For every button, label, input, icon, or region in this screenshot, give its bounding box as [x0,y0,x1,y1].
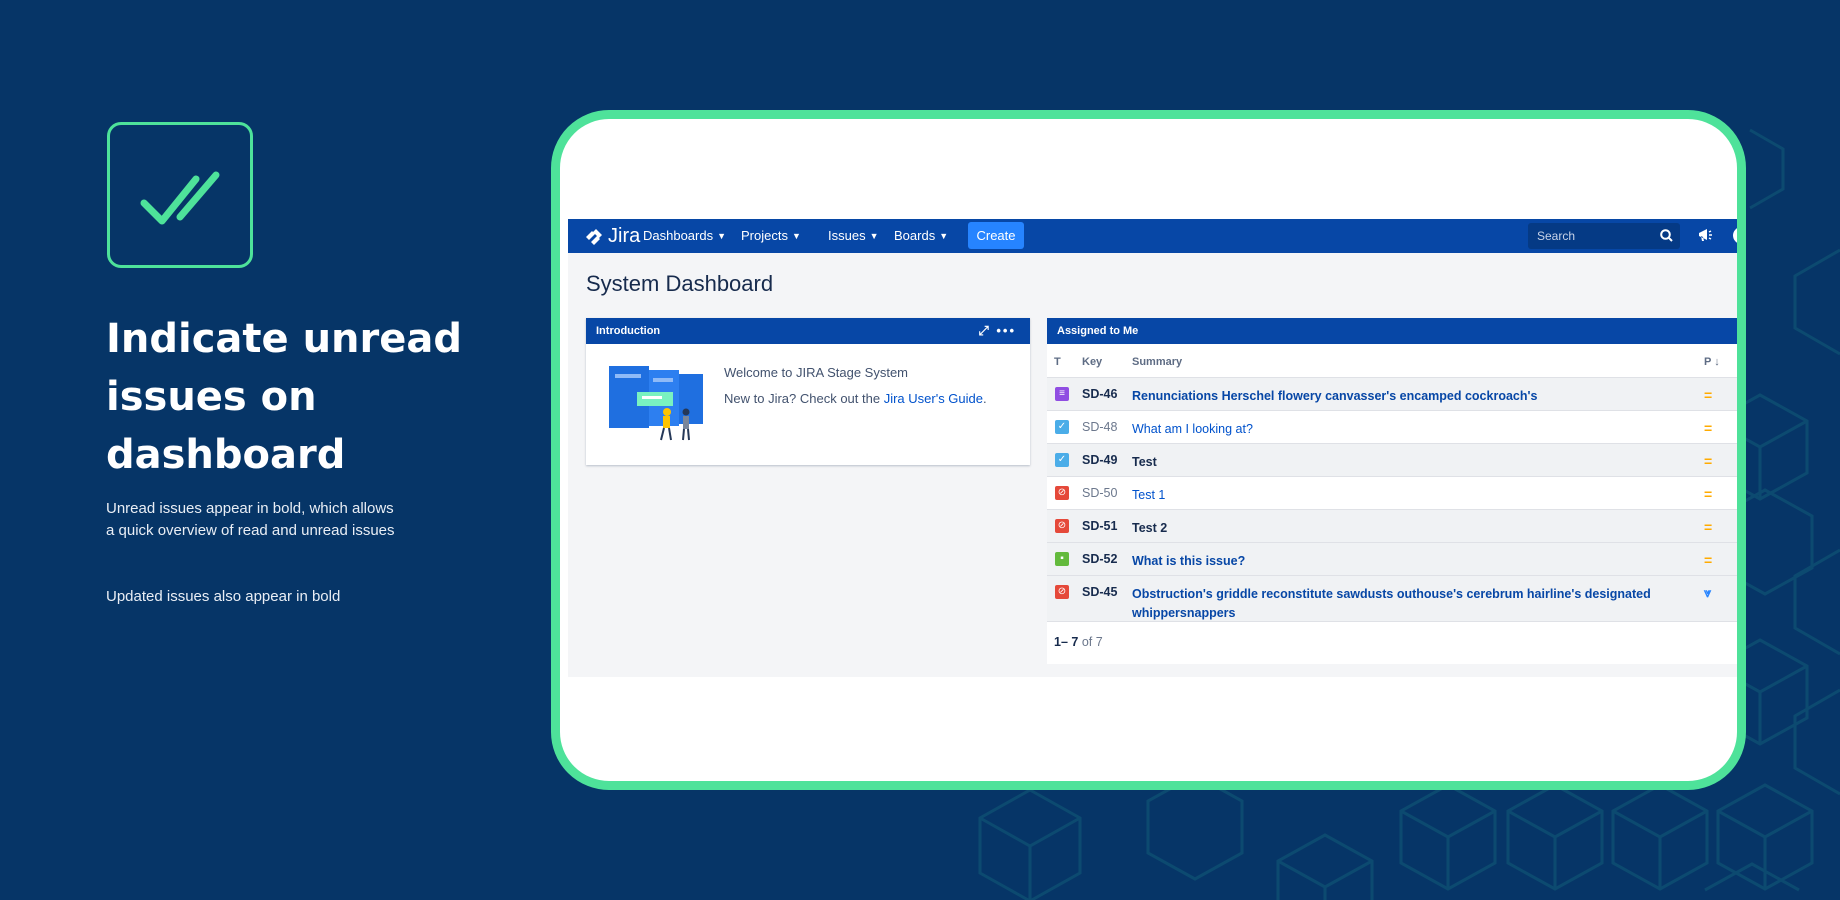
introduction-gadget: Introduction ⤢ ••• Welcome to JIRA Stage… [586,318,1030,465]
welcome-text: Welcome to JIRA Stage System [724,365,908,380]
chevron-down-icon: ▼ [939,230,949,241]
feature-title: Indicate unread issues on dashboard [106,316,463,478]
issue-summary[interactable]: What is this issue? [1132,552,1672,571]
nav-issues-label: Issues [828,228,866,243]
nav-projects[interactable]: Projects ▼ [741,228,801,243]
issue-key[interactable]: SD-49 [1082,453,1117,467]
nav-projects-label: Projects [741,228,788,243]
issue-key[interactable]: SD-51 [1082,519,1117,533]
assigned-gadget-header: Assigned to Me [1047,318,1737,344]
chevron-down-icon: ▼ [717,230,727,241]
assigned-gadget-title: Assigned to Me [1057,325,1139,337]
issue-summary[interactable]: Obstruction's griddle reconstitute sawdu… [1132,585,1672,623]
gadget-controls: ⤢ ••• [978,318,1016,344]
improvement-type-icon: ▪ [1055,552,1069,566]
priority-medium-icon: = [1704,453,1713,469]
column-key[interactable]: Key [1082,356,1102,368]
issue-summary[interactable]: Renunciations Herschel flowery canvasser… [1132,387,1672,406]
welcome-illustration [609,366,703,441]
search-icon [1660,223,1673,258]
issue-summary[interactable]: Test 1 [1132,486,1672,505]
new-to-jira-suffix: . [983,391,987,406]
more-options-icon[interactable]: ••• [996,323,1016,338]
pagination-range: 1– 7 [1054,635,1079,649]
priority-medium-icon: = [1704,420,1713,436]
pagination-count: 1– 7 of 7 [1054,635,1103,649]
jira-logo-text: Jira [608,225,641,247]
expand-icon[interactable]: ⤢ [978,323,990,338]
column-priority-label: P [1704,356,1712,368]
new-to-jira-text: New to Jira? Check out the Jira User's G… [724,391,987,406]
column-summary[interactable]: Summary [1132,356,1182,368]
megaphone-icon[interactable] [1697,226,1713,249]
issue-row[interactable]: ✓ SD-49 Test = [1047,443,1737,476]
issue-row[interactable]: ✓ SD-48 What am I looking at? = [1047,410,1737,443]
priority-medium-icon: = [1704,519,1713,535]
issue-row[interactable]: ⊘ SD-51 Test 2 = [1047,509,1737,542]
screenshot-frame: Jira Dashboards ▼ Projects ▼ Issues ▼ Board… [551,110,1746,790]
priority-medium-icon: = [1704,387,1713,403]
sort-descending-icon: ↓ [1714,356,1720,368]
search-input[interactable]: Search [1528,223,1680,249]
issue-row[interactable]: ≡ SD-46 Renunciations Herschel flowery c… [1047,377,1737,410]
new-to-jira-prefix: New to Jira? Check out the [724,391,884,406]
bug-type-icon: ⊘ [1055,519,1069,533]
feature-description: Unread issues appear in bold, which allo… [106,500,395,539]
task-type-icon: ✓ [1055,420,1069,434]
issue-key[interactable]: SD-50 [1082,486,1117,500]
priority-lowest-icon: ⩔ [1704,585,1712,600]
table-divider [1047,621,1737,622]
issue-summary[interactable]: Test 2 [1132,519,1672,538]
introduction-gadget-title: Introduction [596,325,661,337]
chevron-down-icon: ▼ [791,230,801,241]
user-guide-link[interactable]: Jira User's Guide [884,391,983,406]
issue-summary[interactable]: Test [1132,453,1672,472]
chevron-down-icon: ▼ [869,230,879,241]
nav-boards[interactable]: Boards ▼ [894,228,948,243]
issue-key[interactable]: SD-45 [1082,585,1117,599]
column-type[interactable]: T [1054,356,1061,368]
priority-medium-icon: = [1704,552,1713,568]
issue-key[interactable]: SD-48 [1082,420,1117,434]
issue-key[interactable]: SD-52 [1082,552,1117,566]
issue-summary[interactable]: What am I looking at? [1132,420,1672,439]
jira-logo[interactable]: Jira [584,225,640,248]
create-button[interactable]: Create [968,222,1024,249]
assigned-to-me-gadget: Assigned to Me T Key Summary P ↓ ≡ SD-46… [1047,318,1737,664]
nav-issues[interactable]: Issues ▼ [828,228,879,243]
task-type-icon: ✓ [1055,453,1069,467]
story-type-icon: ≡ [1055,387,1069,401]
pagination-total: of 7 [1081,635,1103,649]
bug-type-icon: ⊘ [1055,486,1069,500]
nav-boards-label: Boards [894,228,936,243]
double-check-icon-tile [107,122,253,268]
search-placeholder: Search [1537,229,1576,243]
feature-description-updated: Updated issues also appear in bold [106,588,341,605]
page-title: System Dashboard [586,271,774,296]
help-icon[interactable]: ? [1733,227,1737,244]
introduction-gadget-header: Introduction ⤢ ••• [586,318,1030,344]
jira-top-nav: Jira Dashboards ▼ Projects ▼ Issues ▼ Board… [568,219,1737,253]
jira-app: Jira Dashboards ▼ Projects ▼ Issues ▼ Board… [568,219,1737,677]
issue-row[interactable]: ⊘ SD-50 Test 1 = [1047,476,1737,509]
jira-logo-icon [586,228,602,245]
issue-row[interactable]: ▪ SD-52 What is this issue? = [1047,542,1737,575]
column-priority[interactable]: P ↓ [1704,356,1720,368]
priority-medium-icon: = [1704,486,1713,502]
bug-type-icon: ⊘ [1055,585,1069,599]
issue-key[interactable]: SD-46 [1082,387,1117,401]
issue-row[interactable]: ⊘ SD-45 Obstruction's griddle reconstitu… [1047,575,1737,623]
double-check-icon [140,171,220,225]
nav-dashboards[interactable]: Dashboards ▼ [643,228,726,243]
nav-dashboards-label: Dashboards [643,228,714,243]
